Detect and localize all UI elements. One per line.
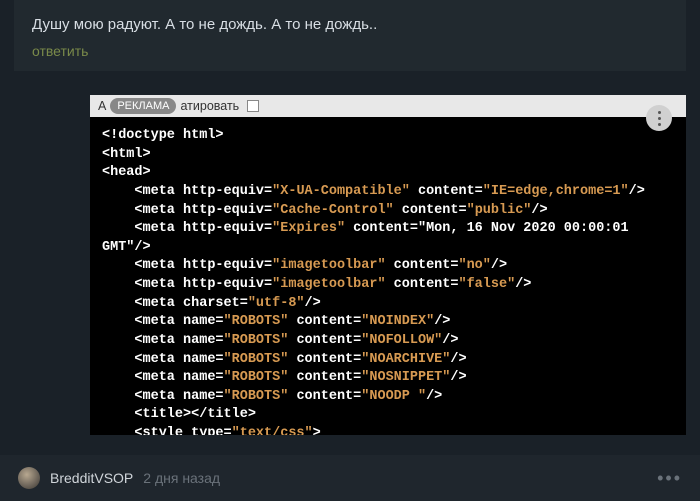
header-suffix: атировать — [180, 99, 239, 113]
ad-badge: РЕКЛАМА — [110, 98, 176, 114]
timestamp: 2 дня назад — [143, 470, 220, 486]
avatar[interactable] — [18, 467, 40, 489]
comment-block: Душу мою радуют. А то не дождь. А то не … — [14, 0, 686, 71]
header-prefix: А — [98, 99, 106, 113]
header-checkbox[interactable] — [247, 100, 259, 112]
code-embed: А РЕКЛАМА атировать <!doctype html> <html>… — [90, 95, 686, 435]
post-footer: BredditVSOP 2 дня назад ••• — [0, 455, 700, 501]
footer-more-icon[interactable]: ••• — [657, 468, 682, 489]
reply-link[interactable]: ответить — [32, 43, 668, 59]
username[interactable]: BredditVSOP — [50, 470, 133, 486]
more-menu-button[interactable] — [646, 105, 672, 131]
code-body: <!doctype html> <html> <head> <meta http… — [90, 117, 686, 435]
comment-text: Душу мою радуют. А то не дождь. А то не … — [32, 14, 668, 35]
code-header: А РЕКЛАМА атировать — [90, 95, 686, 117]
